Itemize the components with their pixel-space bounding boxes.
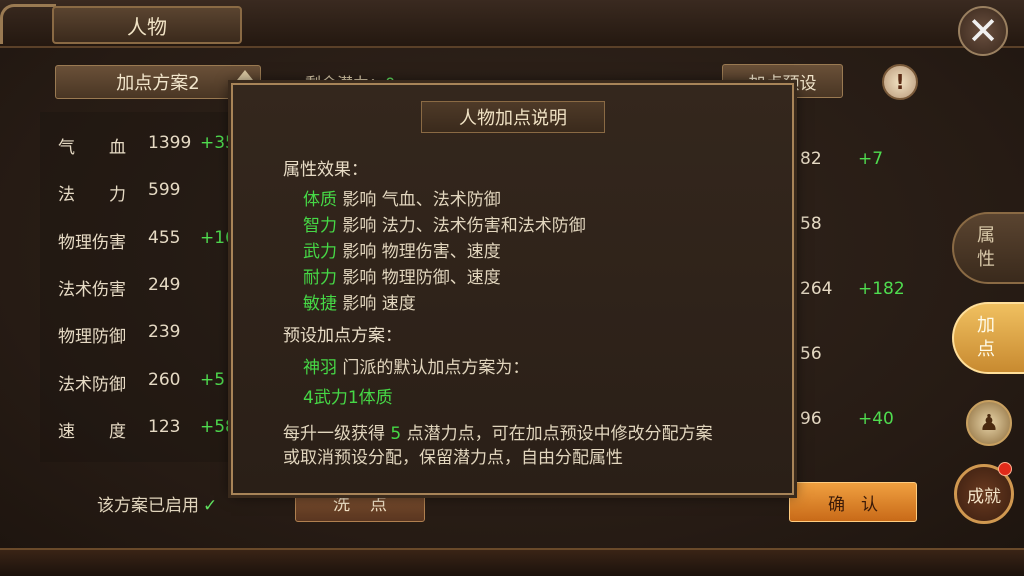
effect-text: 影响 物理防御、速度 [342,268,501,288]
caret-up-icon [237,70,253,80]
stat-bonus: +5 [200,370,226,390]
notification-dot-icon [998,462,1012,476]
bottom-bar [0,548,1024,576]
effect-text: 影响 速度 [342,294,416,314]
effect-key: 耐力 [303,268,337,288]
preset-heading: 预设加点方案： [283,326,402,346]
stat-value: 455 [148,228,181,248]
sect-plan: 4武力1体质 [303,388,393,408]
checkmark-icon: ✓ [203,496,218,516]
info-button[interactable]: ! [882,64,918,100]
effect-text: 影响 气血、法术防御 [342,190,501,210]
confirm-label: 确认 [828,494,894,515]
stat-row-physical-defense: 物理防御 239 [58,322,258,347]
character-icon: ♟ [979,410,999,436]
exclamation-icon: ! [895,70,905,94]
footer-line-2: 或取消预设分配，保留潜力点，自由分配属性 [283,448,623,468]
effect-key: 敏捷 [303,294,337,314]
close-icon: ✕ [967,9,999,53]
footer-number: 5 [390,424,402,444]
effect-text: 影响 物理伤害、速度 [342,242,501,262]
attribute-value: 82 [800,149,822,169]
stat-value: 1399 [148,133,192,153]
effects-heading: 属性效果： [283,160,368,180]
window-title: 人物 [127,14,167,39]
footer-text-b: 点潜力点，可在加点预设中修改分配方案 [401,424,713,444]
effect-key: 体质 [303,190,337,210]
stat-label: 法术伤害 [58,280,126,300]
stat-value: 239 [148,322,181,342]
footer-line-1: 每升一级获得 5 点潜力点，可在加点预设中修改分配方案 [283,419,713,444]
stat-row-magic-defense: 法术防御 260 +5 [58,370,258,395]
tab-attributes-label: 属 性 [977,225,995,270]
info-dialog: 人物加点说明 属性效果： 体质 影响 气血、法术防御 智力 影响 法力、法术伤害… [231,83,794,495]
sect-text: 门派的默认加点方案为： [342,358,530,378]
stat-row-physical-damage: 物理伤害 455 +16 [58,228,258,253]
effect-line: 敏捷 影响 速度 [303,289,416,314]
footer-text-a: 每升一级获得 [283,424,391,444]
sect-line: 神羽 门派的默认加点方案为： [303,353,529,378]
stat-value: 260 [148,370,181,390]
effect-line: 耐力 影响 物理防御、速度 [303,263,501,288]
attribute-value: 56 [800,344,822,364]
stat-value: 123 [148,417,181,437]
effect-key: 武力 [303,242,337,262]
stat-label: 法术防御 [58,375,126,395]
tab-add-points[interactable]: 加 点 [952,302,1024,374]
attribute-bonus: +182 [858,279,905,299]
tab-add-points-label: 加 点 [977,315,995,360]
plan-enabled-text: 该方案已启用 [97,496,199,516]
dialog-title: 人物加点说明 [421,101,605,133]
plan-enabled-status: 该方案已启用 ✓ [97,491,217,516]
stat-label: 法 力 [58,185,126,205]
attribute-value: 58 [800,214,822,234]
stat-label: 物理伤害 [58,233,126,253]
stat-row-mp: 法 力 599 [58,180,258,205]
attribute-bonus: +40 [858,409,894,429]
stat-label: 物理防御 [58,327,126,347]
attribute-bonus: +7 [858,149,884,169]
effect-line: 体质 影响 气血、法术防御 [303,185,501,210]
effect-key: 智力 [303,216,337,236]
plan-selector-label: 加点方案2 [116,73,200,94]
tab-attributes[interactable]: 属 性 [952,212,1024,284]
attribute-value: 264 [800,279,833,299]
close-button[interactable]: ✕ [958,6,1008,56]
sect-name: 神羽 [303,358,337,378]
dialog-title-text: 人物加点说明 [459,108,567,129]
stat-label: 速 度 [58,422,126,442]
achievements-label: 成就 [967,486,1001,507]
attribute-value: 96 [800,409,822,429]
character-avatar-button[interactable]: ♟ [966,400,1012,446]
effect-line: 智力 影响 法力、法术伤害和法术防御 [303,211,586,236]
window-title-tab: 人物 [52,6,242,44]
confirm-button[interactable]: 确认 [789,482,917,522]
stat-row-magic-damage: 法术伤害 249 [58,275,258,300]
stat-row-speed: 速 度 123 +58 [58,417,258,442]
effect-text: 影响 法力、法术伤害和法术防御 [342,216,586,236]
stat-value: 249 [148,275,181,295]
stat-row-hp: 气 血 1399 +35 [58,133,258,158]
stat-label: 气 血 [58,138,126,158]
stat-value: 599 [148,180,181,200]
effect-line: 武力 影响 物理伤害、速度 [303,237,501,262]
corner-ornament-icon [0,4,56,44]
